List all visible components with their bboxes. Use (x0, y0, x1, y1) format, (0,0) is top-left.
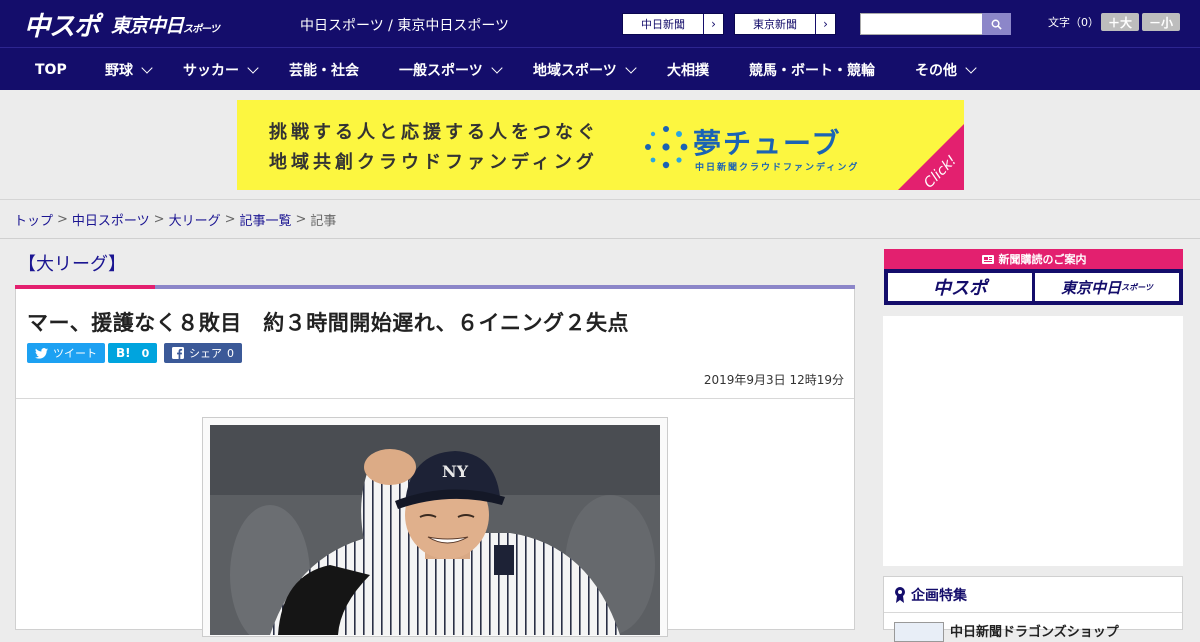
font-size-decrease-button[interactable]: －小 (1142, 13, 1180, 31)
nav-item-label: サッカー (183, 62, 239, 79)
nav-item-label: 野球 (105, 62, 133, 79)
font-size-increase-button[interactable]: ＋大 (1101, 13, 1139, 31)
banner-area: 挑戦する人と応援する人をつなぐ 地域共創クラウドファンディング 夢チューブ 中日… (0, 90, 1200, 200)
banner-text: 挑戦する人と応援する人をつなぐ 地域共創クラウドファンディング (269, 118, 599, 178)
breadcrumb-article-list[interactable]: 記事一覧 (240, 210, 292, 229)
nav-item-top[interactable]: TOP (35, 48, 67, 91)
nav-item-label: 競馬・ボート・競輪 (749, 62, 875, 79)
chevron-down-icon (625, 61, 637, 74)
facebook-share-count: 0 (227, 346, 234, 360)
article-divider (16, 398, 854, 399)
sidebar-ad-slot (883, 316, 1183, 566)
logo-tokyo-small: スポーツ (183, 23, 220, 35)
tweet-button[interactable]: ツイート (27, 343, 105, 363)
nav-item-soccer[interactable]: サッカー (183, 48, 259, 91)
nav-item-general-sports[interactable]: 一般スポーツ (399, 48, 503, 91)
nav-item-label: 芸能・社会 (289, 62, 359, 79)
breadcrumb-current: 記事 (310, 213, 337, 229)
newspaper-icon (981, 254, 994, 264)
article-headline: マー、援護なく８敗目 約３時間開始遅れ、６イニング２失点 (27, 311, 629, 335)
banner-brand-name: 夢チューブ (693, 127, 842, 160)
tokyo-shimbun-link[interactable]: 東京新聞 › (734, 13, 836, 35)
breadcrumb-separator: > (153, 211, 165, 227)
feature-thumbnail[interactable] (894, 622, 944, 642)
nav-item-entertainment[interactable]: 芸能・社会 (289, 48, 359, 91)
subscribe-tokyo-chunichi-button[interactable]: 東京中日 スポーツ (1035, 273, 1179, 301)
logo-chuspo: 中スポ (24, 11, 100, 42)
nav-item-label: TOP (35, 61, 67, 78)
breadcrumb: トップ > 中日スポーツ > 大リーグ > 記事一覧 > 記事 (0, 200, 1200, 239)
site-title[interactable]: 中日スポーツ / 東京中日スポーツ (300, 15, 509, 35)
chevron-down-icon (141, 61, 153, 74)
hatena-icon: B! (116, 346, 131, 360)
subscription-header[interactable]: 新聞購読のご案内 (884, 249, 1183, 269)
logo-tokyo-chunichi: 東京中日スポーツ (111, 11, 220, 38)
subscription-title: 新聞購読のご案内 (998, 253, 1087, 266)
nav-item-label: その他 (915, 62, 957, 79)
nav-item-racing[interactable]: 競馬・ボート・競輪 (749, 48, 875, 91)
facebook-share-label: シェア (189, 347, 222, 360)
feature-item-dragons-shop[interactable]: 中日新聞ドラゴンズショップ (950, 621, 1119, 640)
article-date: 2019年9月3日 12時19分 (703, 373, 844, 387)
facebook-icon (172, 347, 184, 359)
nav-item-label: 地域スポーツ (533, 62, 617, 79)
breadcrumb-separator: > (295, 211, 307, 227)
paper-link-label: 中日新聞 (641, 18, 685, 31)
search-icon (991, 19, 1002, 30)
hatena-bookmark-button[interactable]: B! 0 (108, 343, 158, 363)
hatena-count: 0 (141, 346, 150, 360)
ribbon-icon (895, 587, 905, 603)
banner-line-1: 挑戦する人と応援する人をつなぐ (269, 122, 599, 143)
nav-item-baseball[interactable]: 野球 (105, 48, 153, 91)
article-panel: マー、援護なく８敗目 約３時間開始遅れ、６イニング２失点 ツイート B! 0 シ… (15, 289, 855, 637)
nav-item-others[interactable]: その他 (915, 48, 977, 91)
twitter-bird-icon (35, 347, 48, 359)
svg-text:NY: NY (442, 462, 469, 481)
paper-link-label: 東京新聞 (753, 18, 797, 31)
main-nav: TOP 野球 サッカー 芸能・社会 一般スポーツ 地域スポーツ 大相撲 競馬・ボ… (0, 47, 1200, 90)
breadcrumb-chunichi-sports[interactable]: 中日スポーツ (72, 210, 150, 229)
site-header: 中スポ 東京中日スポーツ 中日スポーツ / 東京中日スポーツ 中日新聞 › 東京… (0, 0, 1200, 47)
article-category: 【大リーグ】 (18, 254, 126, 275)
yume-tube-brand: 夢チューブ 中日新聞クラウドファンディング (643, 122, 913, 173)
site-logo[interactable]: 中スポ 東京中日スポーツ (24, 8, 220, 42)
nav-item-sumo[interactable]: 大相撲 (667, 48, 709, 91)
nav-item-label: 一般スポーツ (399, 62, 483, 79)
dots-circle-icon (645, 126, 688, 169)
subscribe-chuspo-button[interactable]: 中スポ (888, 273, 1032, 301)
feature-divider (884, 612, 1182, 613)
subscribe-tokyo-label: 東京中日 (1061, 278, 1122, 297)
pitcher-photo-illustration: NY (210, 425, 660, 635)
article-photo[interactable]: NY (210, 425, 660, 635)
nav-item-local-sports[interactable]: 地域スポーツ (533, 48, 637, 91)
chevron-down-icon (965, 61, 977, 74)
breadcrumb-separator: > (224, 211, 236, 227)
tweet-label: ツイート (53, 347, 97, 360)
subscribe-tokyo-small: スポーツ (1121, 282, 1153, 292)
site-search (860, 13, 1011, 35)
subscription-box: 新聞購読のご案内 中スポ 東京中日 スポーツ (884, 249, 1183, 305)
feature-box: 企画特集 中日新聞ドラゴンズショップ (883, 576, 1183, 642)
font-size-label: 文字（0） (1048, 16, 1099, 29)
search-input[interactable] (860, 13, 982, 35)
logo-tokyo-text: 東京中日 (111, 14, 184, 37)
feature-title: 企画特集 (911, 588, 967, 604)
crowdfunding-banner[interactable]: 挑戦する人と応援する人をつなぐ 地域共創クラウドファンディング 夢チューブ 中日… (237, 100, 964, 190)
chevron-right-icon: › (703, 14, 723, 34)
chunichi-shimbun-link[interactable]: 中日新聞 › (622, 13, 724, 35)
breadcrumb-mlb[interactable]: 大リーグ (169, 210, 221, 229)
banner-line-2: 地域共創クラウドファンディング (269, 152, 598, 173)
article-photo-frame: NY (202, 417, 668, 637)
chevron-right-icon: › (815, 14, 835, 34)
facebook-share-button[interactable]: シェア 0 (164, 343, 242, 363)
breadcrumb-separator: > (57, 211, 68, 227)
search-button[interactable] (982, 13, 1011, 35)
breadcrumb-top[interactable]: トップ (14, 210, 53, 229)
banner-brand-sub: 中日新聞クラウドファンディング (695, 163, 860, 173)
feature-header: 企画特集 (894, 585, 967, 605)
chevron-down-icon (491, 61, 503, 74)
nav-item-label: 大相撲 (667, 62, 709, 79)
chevron-down-icon (247, 61, 259, 74)
